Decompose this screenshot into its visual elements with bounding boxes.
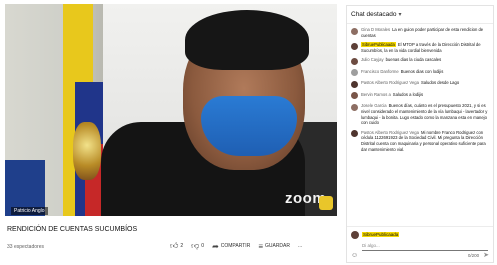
avatar[interactable] — [351, 92, 358, 100]
thumbs-up-icon: 👍︎ — [170, 241, 179, 250]
avatar — [351, 230, 359, 239]
video-player[interactable]: zoom Patricio Anglo — [5, 4, 337, 216]
more-button[interactable]: ... — [298, 243, 302, 249]
chat-message-body: Julio Cayjay buenas dias la ciuda cascale… — [361, 57, 490, 65]
playlist-add-icon: ≡ — [258, 241, 263, 251]
like-button[interactable]: 👍︎ 2 — [170, 241, 183, 251]
chat-author-name[interactable]: Pastos Alberto Rodriguez Vega — [361, 80, 419, 85]
chat-message: Josele Garcia Buenos días, cuánto es el p… — [351, 103, 490, 125]
chat-author-name[interactable]: Francisco Danforme — [361, 69, 399, 74]
emoji-icon[interactable]: ☺ — [351, 252, 358, 259]
chat-input-author-row: SibruePublicaada — [351, 230, 489, 239]
send-icon[interactable]: ➤ — [483, 251, 489, 259]
chat-message-body: Pastos Alberto Rodriguez Vega Mi nombre F… — [361, 130, 490, 152]
chat-author-name[interactable]: Josele Garcia — [361, 103, 387, 108]
zoom-badge-icon — [319, 196, 333, 210]
chat-message: Julio Cayjay buenas dias la ciuda cascale… — [351, 57, 490, 65]
save-button[interactable]: ≡ GUARDAR — [258, 242, 290, 251]
chat-message: Pastos Alberto Rodriguez Vega Mi nombre F… — [351, 130, 490, 152]
speaker-face-mask — [201, 96, 297, 156]
chat-message-list[interactable]: Gina D Morales La en guion poder particip… — [347, 25, 493, 226]
save-label: GUARDAR — [264, 243, 290, 249]
chat-message-text: Buenos dias con lodijis — [400, 68, 444, 74]
input-author-name: SibruePublicaada — [362, 231, 400, 237]
chat-author-name[interactable]: Bervin Ramos a — [361, 92, 391, 97]
chat-message-body: SibruePublicaada El MTOP a través de la D… — [361, 42, 490, 53]
avatar[interactable] — [351, 42, 358, 50]
like-count: 2 — [180, 243, 184, 249]
chat-author-name[interactable]: Julio Cayjay — [361, 57, 384, 62]
speaker-hair — [185, 10, 309, 70]
chat-message-text: Saludos desde Lago — [420, 80, 460, 86]
share-label: COMPARTIR — [220, 243, 251, 249]
chat-message-text: buenas dias la ciuda cascales — [385, 57, 442, 63]
participant-name-tag: Patricio Anglo — [11, 207, 48, 215]
chat-message-text: Saludos a lodijis — [392, 91, 424, 97]
video-title: RENDICIÓN DE CUENTAS SUCUMBÍOS — [7, 226, 138, 233]
chat-message-body: Bervin Ramos a Saludos a lodijis — [361, 92, 490, 100]
chat-message-input[interactable]: Di algo... — [362, 243, 488, 251]
character-counter: 0/200 — [467, 252, 480, 258]
avatar[interactable] — [351, 69, 358, 77]
avatar[interactable] — [351, 80, 358, 88]
dislike-button[interactable]: 👎︎ 0 — [191, 241, 204, 251]
live-chat-panel: Chat destacado ▾ Gina D Morales La en gui… — [346, 5, 494, 263]
share-icon: ➦ — [212, 241, 219, 251]
chat-message-body: Gina D Morales La en guion poder particip… — [361, 27, 490, 38]
avatar[interactable] — [351, 57, 358, 65]
chat-author-name[interactable]: SibruePublicaada — [361, 42, 396, 48]
chat-author-name[interactable]: Gina D Morales — [361, 27, 390, 32]
more-icon: ... — [298, 243, 303, 249]
avatar[interactable] — [351, 130, 358, 138]
chat-author-name[interactable]: Pastos Alberto Rodriguez Vega — [361, 130, 419, 135]
chevron-down-icon: ▾ — [398, 12, 402, 18]
share-button[interactable]: ➦ COMPARTIR — [212, 242, 250, 251]
viewer-count: 33 espectadores — [7, 244, 44, 250]
thumbs-down-icon: 👎︎ — [191, 241, 200, 250]
chat-message: SibruePublicaada El MTOP a través de la D… — [351, 42, 490, 53]
avatar[interactable] — [351, 103, 358, 111]
chat-mode-label: Chat destacado — [351, 11, 397, 18]
chat-header[interactable]: Chat destacado ▾ — [347, 6, 493, 24]
video-actions: 👍︎ 2 👎︎ 0 ➦ COMPARTIR ≡ GUARDAR ... — [170, 241, 302, 251]
dislike-count: 0 — [201, 243, 205, 249]
chat-input-area: SibruePublicaada Di algo... ☺ 0/200 ➤ — [347, 226, 493, 262]
flag-emblem — [73, 122, 101, 180]
chat-message: Gina D Morales La en guion poder particip… — [351, 27, 490, 38]
chat-message: Francisco Danforme Buenos dias con lodiji… — [351, 69, 490, 77]
chat-message: Pastos Alberto Rodriguez Vega Saludos des… — [351, 80, 490, 88]
avatar[interactable] — [351, 27, 358, 35]
chat-message-body: Josele Garcia Buenos días, cuánto es el p… — [361, 103, 490, 125]
chat-message-body: Pastos Alberto Rodriguez Vega Saludos des… — [361, 80, 490, 88]
chat-message: Bervin Ramos a Saludos a lodijis — [351, 92, 490, 100]
chat-input-footer: ☺ 0/200 ➤ — [351, 251, 489, 260]
chat-input-right: 0/200 ➤ — [468, 251, 489, 259]
chat-message-body: Francisco Danforme Buenos dias con lodiji… — [361, 69, 490, 77]
